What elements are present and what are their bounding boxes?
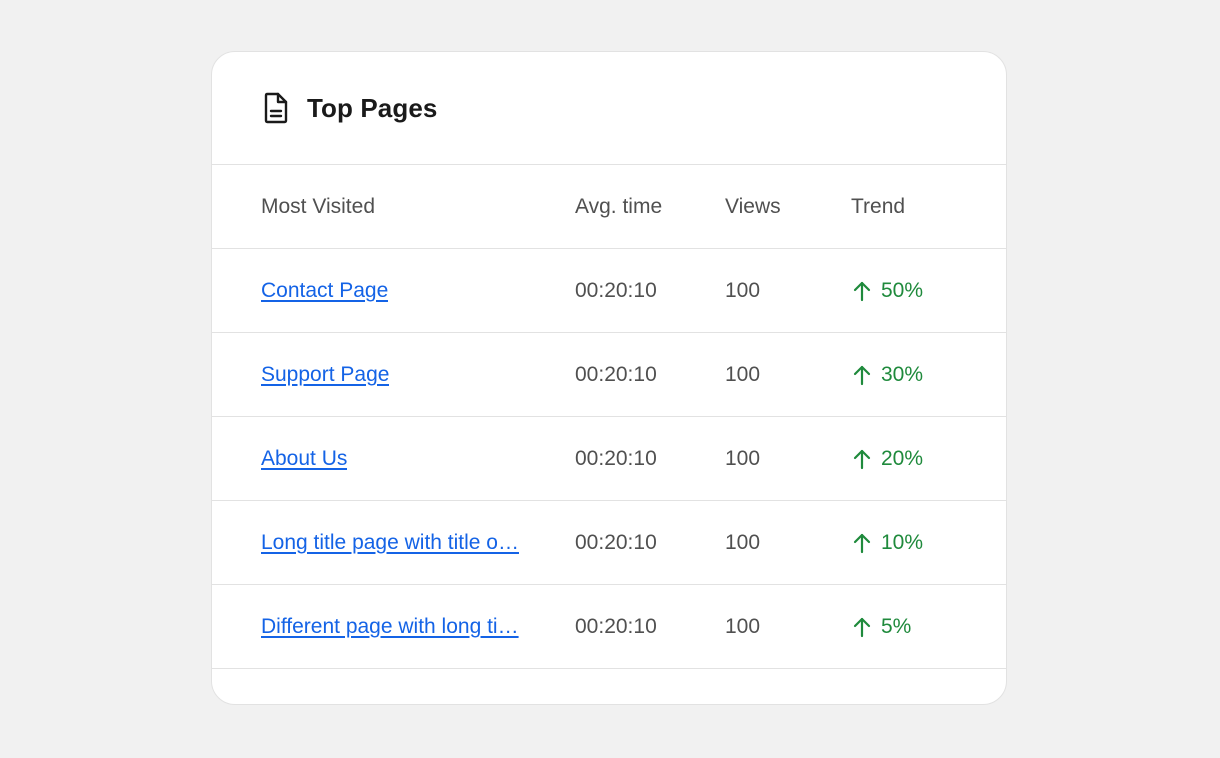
table-row: Different page with long ti… 00:20:10 10… xyxy=(212,585,1006,669)
arrow-up-icon xyxy=(851,616,873,638)
top-pages-card: Top Pages Most Visited Avg. time Views T… xyxy=(211,51,1007,705)
trend-value: 30% xyxy=(881,362,924,386)
trend-value: 20% xyxy=(881,446,924,470)
avg-time-cell: 00:20:10 xyxy=(575,446,657,470)
table-row: Contact Page 00:20:10 100 50% xyxy=(212,249,1006,333)
trend-value: 50% xyxy=(881,278,924,302)
card-header: Top Pages xyxy=(212,52,1006,165)
avg-time-cell: 00:20:10 xyxy=(575,362,657,386)
column-header-avg-time: Avg. time xyxy=(575,194,663,218)
trend-cell: 30% xyxy=(851,363,1006,387)
views-cell: 100 xyxy=(725,530,761,554)
arrow-up-icon xyxy=(851,532,873,554)
trend-cell: 10% xyxy=(851,531,1006,555)
column-header-views: Views xyxy=(725,194,781,218)
avg-time-cell: 00:20:10 xyxy=(575,278,657,302)
page-link[interactable]: About Us xyxy=(261,447,347,471)
trend-cell: 5% xyxy=(851,615,1006,639)
document-icon xyxy=(261,92,291,124)
page-link[interactable]: Contact Page xyxy=(261,279,388,303)
card-title: Top Pages xyxy=(307,92,438,123)
views-cell: 100 xyxy=(725,614,761,638)
views-cell: 100 xyxy=(725,278,761,302)
avg-time-cell: 00:20:10 xyxy=(575,614,657,638)
column-header-trend: Trend xyxy=(851,194,906,218)
arrow-up-icon xyxy=(851,364,873,386)
arrow-up-icon xyxy=(851,280,873,302)
trend-value: 10% xyxy=(881,530,924,554)
trend-value: 5% xyxy=(881,614,912,638)
page-link[interactable]: Support Page xyxy=(261,363,389,387)
trend-cell: 50% xyxy=(851,279,1006,303)
table-row: Long title page with title o… 00:20:10 1… xyxy=(212,501,1006,585)
views-cell: 100 xyxy=(725,446,761,470)
arrow-up-icon xyxy=(851,448,873,470)
trend-cell: 20% xyxy=(851,447,1006,471)
views-cell: 100 xyxy=(725,362,761,386)
avg-time-cell: 00:20:10 xyxy=(575,530,657,554)
page-link[interactable]: Different page with long ti… xyxy=(261,615,519,639)
page-link[interactable]: Long title page with title o… xyxy=(261,531,519,555)
table-row: About Us 00:20:10 100 20% xyxy=(212,417,1006,501)
column-header-most-visited: Most Visited xyxy=(261,194,375,218)
table-row: Support Page 00:20:10 100 30% xyxy=(212,333,1006,417)
table-header-row: Most Visited Avg. time Views Trend xyxy=(212,165,1006,249)
